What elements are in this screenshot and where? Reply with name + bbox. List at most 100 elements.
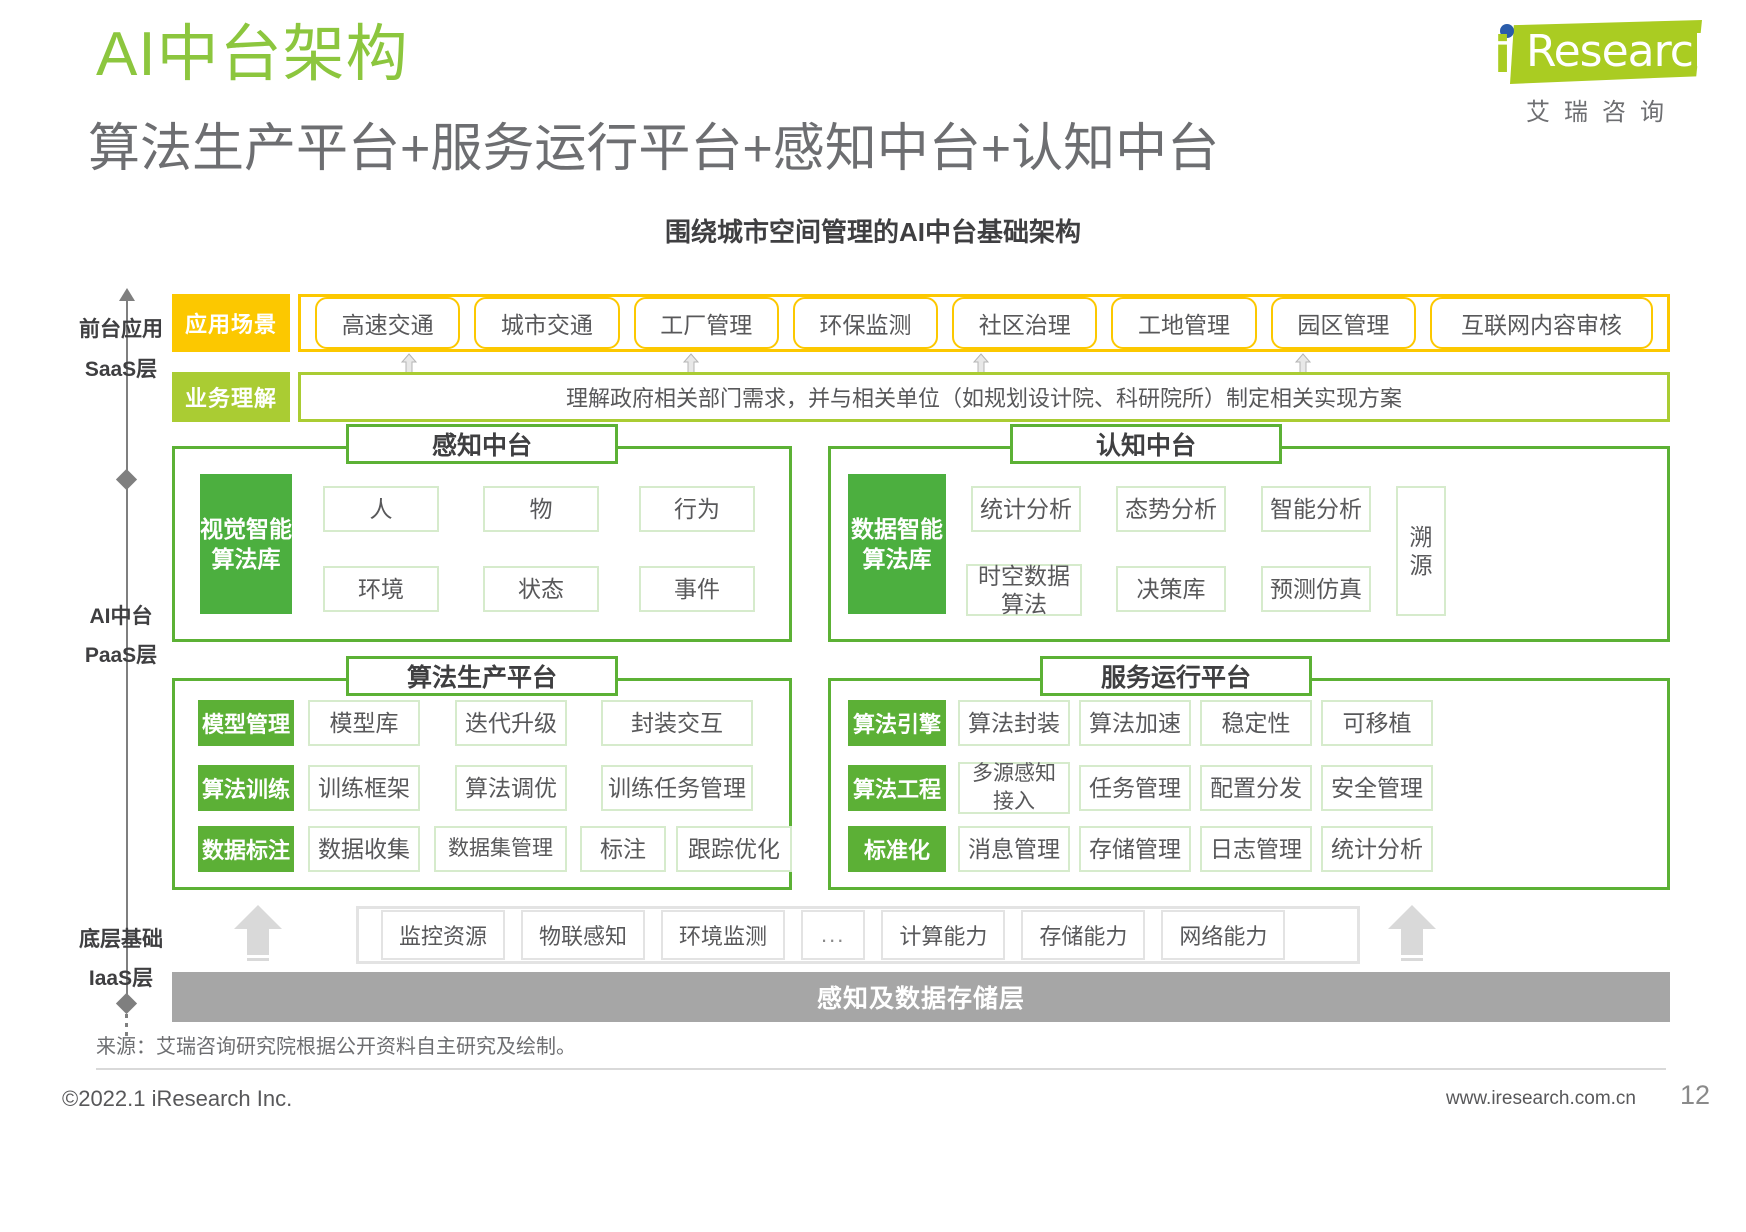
app-scenes-tag: 应用场景 bbox=[172, 294, 290, 352]
storage-layer-bar: 感知及数据存储层 bbox=[172, 972, 1670, 1022]
axis-diamond-2-icon bbox=[115, 992, 138, 1015]
perception-cell-event: 事件 bbox=[639, 566, 755, 612]
algo-prod-cell-annotation: 标注 bbox=[580, 826, 666, 872]
perception-cell-state: 状态 bbox=[483, 566, 599, 612]
algo-prod-cell-algo-tuning: 算法调优 bbox=[455, 765, 567, 811]
traceability-line1: 溯 bbox=[1409, 524, 1433, 550]
footer-divider bbox=[96, 1068, 1666, 1070]
algo-prod-tag-model-mgmt: 模型管理 bbox=[198, 700, 294, 746]
business-understanding-tag: 业务理解 bbox=[172, 372, 290, 422]
slide-canvas: AI中台架构 算法生产平台+服务运行平台+感知中台+认知中台 i Researc… bbox=[0, 0, 1746, 1232]
perception-platform-title: 感知中台 bbox=[346, 424, 618, 464]
cognition-cell-statistical-analysis: 统计分析 bbox=[971, 486, 1081, 532]
visual-algo-library-line1: 视觉智能 bbox=[200, 516, 292, 542]
iaas-cell: 环境监测 bbox=[661, 910, 786, 960]
axis-label-paas-2: PaaS层 bbox=[84, 644, 158, 667]
algo-prod-cell-dataset-mgmt: 数据集管理 bbox=[434, 826, 567, 872]
app-scene-pill[interactable]: 高速交通 bbox=[315, 297, 461, 349]
iaas-cell: 网络能力 bbox=[1161, 910, 1286, 960]
data-algo-library-tag: 数据智能 算法库 bbox=[848, 474, 946, 614]
logo-letter-i: i bbox=[1494, 26, 1512, 84]
service-cell-algo-acceleration: 算法加速 bbox=[1079, 700, 1191, 746]
cognition-cell-predictive-simulation: 预测仿真 bbox=[1261, 566, 1371, 612]
spatiotemporal-line2: 算法 bbox=[1001, 591, 1047, 617]
page-subtitle: 算法生产平台+服务运行平台+感知中台+认知中台 bbox=[88, 120, 1220, 178]
iaas-cell: 存储能力 bbox=[1021, 910, 1146, 960]
perception-cell-person: 人 bbox=[323, 486, 439, 532]
app-scene-pill[interactable]: 工地管理 bbox=[1111, 297, 1257, 349]
iaas-cell-ellipsis: ... bbox=[801, 910, 866, 960]
website-url[interactable]: www.iresearch.com.cn bbox=[1446, 1088, 1636, 1110]
iresearch-logo: i Research 艾瑞咨询 bbox=[1482, 16, 1721, 126]
copyright-text: ©2022.1 iResearch Inc. bbox=[62, 1086, 293, 1111]
service-cell-config-distribution: 配置分发 bbox=[1200, 765, 1312, 811]
service-cell-log-mgmt: 日志管理 bbox=[1200, 826, 1312, 872]
algo-prod-cell-model-library: 模型库 bbox=[308, 700, 420, 746]
data-algo-library-line1: 数据智能 bbox=[851, 516, 943, 542]
source-note: 来源：艾瑞咨询研究院根据公开资料自主研究及绘制。 bbox=[96, 1036, 576, 1058]
multi-source-line2: 接入 bbox=[993, 790, 1035, 813]
iaas-resources-strip: 监控资源 物联感知 环境监测... 计算能力 存储能力 网络能力 bbox=[356, 906, 1360, 964]
algo-prod-tag-algo-training: 算法训练 bbox=[198, 765, 294, 811]
cognition-cell-traceability: 溯 源 bbox=[1396, 486, 1446, 616]
big-up-arrow-left-icon bbox=[234, 905, 282, 961]
algo-prod-cell-training-task-mgmt: 训练任务管理 bbox=[601, 765, 753, 811]
service-cell-task-mgmt: 任务管理 bbox=[1079, 765, 1191, 811]
algo-prod-cell-tracking-optimization: 跟踪优化 bbox=[676, 826, 792, 872]
service-cell-message-mgmt: 消息管理 bbox=[958, 826, 1070, 872]
visual-algo-library-tag: 视觉智能 算法库 bbox=[200, 474, 292, 614]
service-cell-stability: 稳定性 bbox=[1200, 700, 1312, 746]
data-algo-library-line2: 算法库 bbox=[862, 546, 932, 572]
big-up-arrow-right-icon bbox=[1388, 905, 1436, 961]
iaas-cell: 计算能力 bbox=[881, 910, 1006, 960]
app-scene-pill[interactable]: 工厂管理 bbox=[633, 297, 779, 349]
service-cell-algo-packaging: 算法封装 bbox=[958, 700, 1070, 746]
service-cell-multi-source-access: 多源感知 接入 bbox=[958, 762, 1070, 814]
algo-production-title: 算法生产平台 bbox=[346, 656, 618, 696]
visual-algo-library-line2: 算法库 bbox=[211, 546, 281, 572]
cognition-cell-situation-analysis: 态势分析 bbox=[1116, 486, 1226, 532]
service-cell-portability: 可移植 bbox=[1321, 700, 1433, 746]
axis-label-saas-1: 前台应用 bbox=[79, 318, 163, 341]
page-title: AI中台架构 bbox=[96, 20, 409, 89]
logo-chinese-name: 艾瑞咨询 bbox=[1526, 99, 1678, 126]
service-tag-algo-engineering: 算法工程 bbox=[848, 765, 946, 811]
axis-label-saas-2: SaaS层 bbox=[84, 358, 158, 381]
iaas-cell: 监控资源 bbox=[381, 910, 506, 960]
app-scene-pill[interactable]: 社区治理 bbox=[952, 297, 1098, 349]
app-scene-pill[interactable]: 园区管理 bbox=[1270, 297, 1416, 349]
page-number: 12 bbox=[1679, 1080, 1710, 1110]
app-scene-pill[interactable]: 环保监测 bbox=[792, 297, 939, 349]
spatiotemporal-line1: 时空数据 bbox=[978, 563, 1070, 589]
service-tag-algo-engine: 算法引擎 bbox=[848, 700, 946, 746]
cognition-platform-panel bbox=[828, 446, 1670, 642]
service-cell-storage-mgmt: 存储管理 bbox=[1079, 826, 1191, 872]
app-scene-pill[interactable]: 城市交通 bbox=[474, 297, 620, 349]
iaas-cell: 物联感知 bbox=[521, 910, 646, 960]
axis-label-iaas-1: 底层基础 bbox=[79, 928, 163, 951]
service-cell-statistical-analysis: 统计分析 bbox=[1321, 826, 1433, 872]
service-cell-security-mgmt: 安全管理 bbox=[1321, 765, 1433, 811]
axis-diamond-1-icon bbox=[115, 468, 138, 491]
cognition-platform-title: 认知中台 bbox=[1010, 424, 1282, 464]
algo-prod-cell-packaging-interaction: 封装交互 bbox=[601, 700, 753, 746]
cognition-cell-decision-library: 决策库 bbox=[1116, 566, 1226, 612]
axis-label-paas-1: AI中台 bbox=[89, 605, 153, 628]
business-understanding-text: 理解政府相关部门需求，并与相关单位（如规划设计院、科研院所）制定相关实现方案 bbox=[298, 372, 1670, 422]
algo-prod-cell-data-collection: 数据收集 bbox=[308, 826, 420, 872]
service-tag-standardization: 标准化 bbox=[848, 826, 946, 872]
logo-wordmark: Research bbox=[1526, 26, 1721, 77]
perception-cell-environment: 环境 bbox=[323, 566, 439, 612]
axis-label-iaas-2: IaaS层 bbox=[88, 967, 154, 990]
app-scenes-container: 高速交通 城市交通 工厂管理 环保监测 社区治理 工地管理 园区管理 互联网内容审核 bbox=[298, 294, 1670, 352]
cognition-cell-intelligent-analysis: 智能分析 bbox=[1261, 486, 1371, 532]
algo-prod-tag-data-annotation: 数据标注 bbox=[198, 826, 294, 872]
multi-source-line1: 多源感知 bbox=[972, 762, 1056, 785]
service-runtime-title: 服务运行平台 bbox=[1040, 656, 1312, 696]
app-scene-pill[interactable]: 互联网内容审核 bbox=[1429, 297, 1653, 349]
algo-prod-cell-training-framework: 训练框架 bbox=[308, 765, 420, 811]
cognition-cell-spatiotemporal-algo: 时空数据 算法 bbox=[966, 563, 1082, 617]
traceability-line2: 源 bbox=[1409, 552, 1433, 578]
diagram-title: 围绕城市空间管理的AI中台基础架构 bbox=[664, 217, 1081, 247]
perception-cell-object: 物 bbox=[483, 486, 599, 532]
